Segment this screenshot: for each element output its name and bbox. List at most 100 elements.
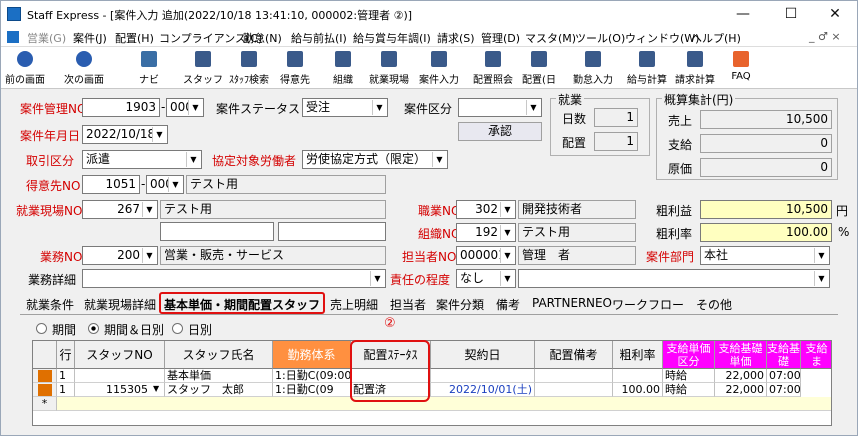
cell-note[interactable] bbox=[535, 369, 613, 383]
client-sub-select[interactable]: 000 ▼ bbox=[146, 175, 184, 194]
tab-bunrui[interactable]: 案件分類 bbox=[436, 296, 484, 313]
resp-select[interactable]: なし ▼ bbox=[456, 269, 516, 288]
cell-kinmu[interactable]: 1:日勤C(09:00 bbox=[273, 369, 351, 383]
trade-select[interactable]: 派遣 ▼ bbox=[82, 150, 202, 169]
tab-sales-detail[interactable]: 売上明細 bbox=[330, 296, 378, 313]
tab-workflow[interactable]: ワークフロー bbox=[612, 296, 684, 313]
org-no-select[interactable]: 192 ▼ bbox=[456, 223, 516, 242]
radio-period-daily[interactable] bbox=[88, 323, 99, 334]
staff-no-select[interactable]: 000001 ▼ bbox=[456, 246, 516, 265]
cell-staff-no[interactable]: 115305 bbox=[75, 383, 165, 397]
case-status-select[interactable]: 受注 ▼ bbox=[302, 98, 388, 117]
staff-button[interactable]: スタッフ bbox=[181, 47, 225, 89]
radio-period[interactable] bbox=[36, 323, 47, 334]
col-staff-name: スタッフ氏名 bbox=[165, 341, 273, 369]
site-extra-field-1[interactable] bbox=[160, 222, 274, 241]
menu-eigyo[interactable]: 営業(G) bbox=[27, 30, 66, 46]
case-input-button[interactable]: 案件入力 bbox=[415, 47, 463, 89]
resp-detail-select[interactable]: ▼ bbox=[518, 269, 830, 288]
menu-kyuyo[interactable]: 給与賞与年調(I) bbox=[353, 30, 431, 46]
agreement-select[interactable]: 労使協定方式（限定） ▼ bbox=[302, 150, 448, 169]
site-extra-field-2[interactable] bbox=[278, 222, 386, 241]
cell-time[interactable]: 07:00 bbox=[767, 369, 801, 383]
gaisan-title: 概算集計(円) bbox=[662, 91, 736, 108]
cell-date[interactable] bbox=[431, 369, 535, 383]
new-row-marker[interactable]: * bbox=[33, 397, 57, 411]
work-no-select[interactable]: 200 ▼ bbox=[82, 246, 158, 265]
tab-neo[interactable]: NEO bbox=[586, 296, 612, 310]
work-detail-select[interactable]: ▼ bbox=[82, 269, 386, 288]
menu-help[interactable]: ヘルプ(H) bbox=[691, 30, 741, 46]
dept-select[interactable]: 本社 ▼ bbox=[700, 246, 830, 265]
menu-kanri[interactable]: 管理(D) bbox=[481, 30, 520, 46]
menu-haichi[interactable]: 配置(H) bbox=[115, 30, 154, 46]
tab-shugyo-joken[interactable]: 就業条件 bbox=[26, 296, 74, 313]
row-selector[interactable] bbox=[33, 369, 57, 383]
tab-tanto[interactable]: 担当者 bbox=[390, 296, 426, 313]
site-icon bbox=[381, 51, 397, 67]
menu-kintai[interactable]: 勤怠(N) bbox=[243, 30, 282, 46]
menu-maebarai[interactable]: 給与前払(I) bbox=[291, 30, 347, 46]
case-sub-select[interactable]: 000 ▼ bbox=[166, 98, 204, 117]
placement-inquiry-button[interactable]: 配置照会 bbox=[469, 47, 517, 89]
tab-partner[interactable]: PARTNER bbox=[532, 296, 586, 310]
maximize-button[interactable]: ☐ bbox=[769, 2, 813, 26]
tab-other[interactable]: その他 bbox=[696, 296, 732, 313]
cell-staff-name[interactable]: 基本単価 bbox=[165, 369, 273, 383]
placement-daily-button[interactable]: 配置(日 bbox=[517, 47, 561, 89]
sales-label: 売上 bbox=[668, 114, 693, 128]
haichi-label: 配置 bbox=[562, 136, 587, 150]
cell-kinmu[interactable]: 1:日勤C(09 bbox=[273, 383, 351, 397]
payroll-button[interactable]: 給与計算 bbox=[623, 47, 671, 89]
menu-master[interactable]: マスタ(M) bbox=[525, 30, 576, 46]
row-selector[interactable] bbox=[33, 383, 57, 397]
radio-daily[interactable] bbox=[172, 323, 183, 334]
cell-row[interactable]: 1 bbox=[57, 383, 75, 397]
cell-base[interactable]: 22,000 bbox=[715, 369, 767, 383]
close-button[interactable]: ✕ bbox=[813, 2, 857, 26]
staff-search-button[interactable]: ｽﾀｯﾌ検索 bbox=[227, 47, 271, 89]
cell-time[interactable]: 07:00 bbox=[767, 383, 801, 397]
haichi-field: 1 bbox=[594, 132, 638, 151]
tab-biko[interactable]: 備考 bbox=[496, 296, 520, 313]
site-name-field: テスト用 bbox=[160, 200, 386, 219]
resp-label: 責任の程度 bbox=[390, 273, 451, 287]
menu-anken[interactable]: 案件(J) bbox=[73, 30, 107, 46]
minimize-button[interactable]: — bbox=[721, 2, 765, 26]
cell-date[interactable]: 2022/10/01(土) bbox=[431, 383, 535, 397]
cell-kbn[interactable]: 時給 bbox=[663, 369, 715, 383]
menu-tool[interactable]: ツール(O) bbox=[575, 30, 625, 46]
client-no-field[interactable]: 1051 bbox=[82, 175, 140, 194]
trade-label: 取引区分 bbox=[26, 154, 75, 168]
menu-seikyu[interactable]: 請求(S) bbox=[437, 30, 475, 46]
case-kbn-select[interactable]: ▼ bbox=[458, 98, 542, 117]
new-row[interactable] bbox=[57, 397, 831, 411]
billing-button[interactable]: 請求計算 bbox=[671, 47, 719, 89]
client-button[interactable]: 得意先 bbox=[273, 47, 317, 89]
job-no-select[interactable]: 302 ▼ bbox=[456, 200, 516, 219]
cell-staff-no[interactable] bbox=[75, 369, 165, 383]
navi-button[interactable]: ナビ bbox=[127, 47, 171, 89]
tab-site-detail[interactable]: 就業現場詳細 bbox=[84, 296, 156, 313]
profit-unit: 円 bbox=[836, 204, 849, 218]
cell-row[interactable]: 1 bbox=[57, 369, 75, 383]
cell-rate[interactable]: 100.00 bbox=[613, 383, 663, 397]
site-no-select[interactable]: 267 ▼ bbox=[82, 200, 158, 219]
attendance-button[interactable]: 勤怠入力 bbox=[569, 47, 617, 89]
faq-button[interactable]: FAQ bbox=[719, 47, 763, 89]
cell-base[interactable]: 22,000 bbox=[715, 383, 767, 397]
site-button[interactable]: 就業現場 bbox=[367, 47, 411, 89]
org-button[interactable]: 組織 bbox=[321, 47, 365, 89]
approve-field: 承認 bbox=[458, 122, 542, 141]
pay-field: 0 bbox=[700, 134, 832, 153]
menu-window[interactable]: ウィンドウ(W) bbox=[625, 30, 699, 46]
mdi-controls[interactable]: _ ♂ × bbox=[809, 30, 841, 43]
date-select[interactable]: 2022/10/18 ▼ bbox=[82, 125, 168, 144]
case-no-field[interactable]: 1903 bbox=[82, 98, 160, 117]
prev-screen-button[interactable]: 前の画面 bbox=[3, 47, 47, 89]
cell-staff-name[interactable]: スタッフ 太郎 bbox=[165, 383, 273, 397]
cell-kbn[interactable]: 時給 bbox=[663, 383, 715, 397]
cell-rate[interactable] bbox=[613, 369, 663, 383]
next-screen-button[interactable]: 次の画面 bbox=[59, 47, 109, 89]
cell-note[interactable] bbox=[535, 383, 613, 397]
